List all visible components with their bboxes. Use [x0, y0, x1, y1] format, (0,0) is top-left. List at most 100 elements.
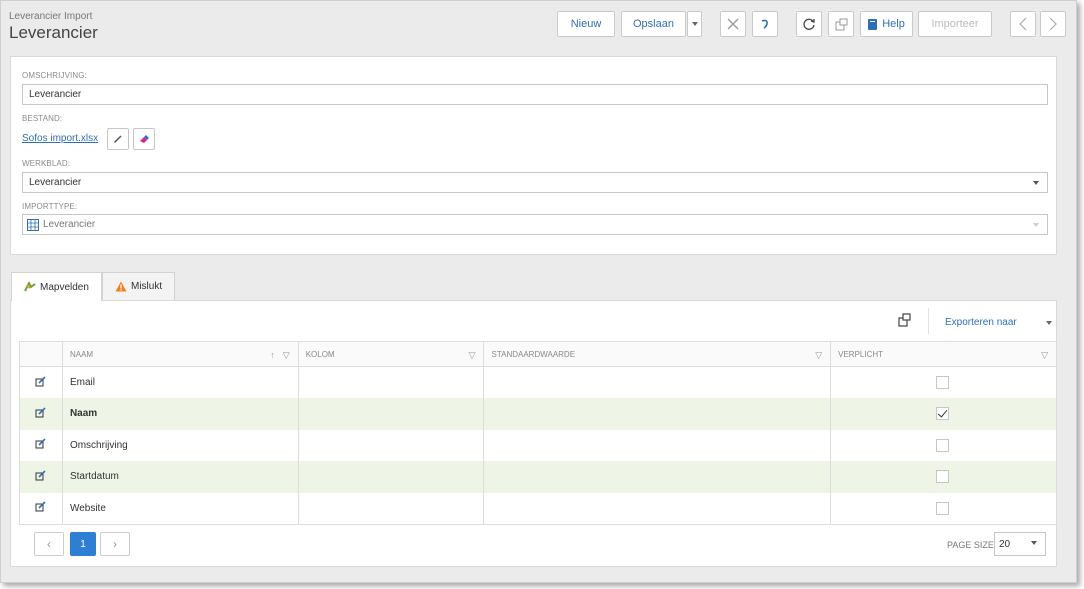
cell-standaardwaarde[interactable] [483, 429, 832, 461]
chevron-left-icon [1019, 17, 1027, 31]
tab-mapvelden-label: Mapvelden [40, 281, 89, 293]
column-header-standaardwaarde[interactable]: STANDAARDWAARDE ▽ [483, 341, 832, 367]
filter-icon[interactable]: ▽ [815, 350, 822, 361]
table-row[interactable]: Omschrijving [19, 429, 1057, 461]
cell-kolom[interactable] [297, 429, 485, 461]
edit-icon [35, 501, 47, 512]
werkblad-select[interactable]: Leverancier [22, 172, 1048, 193]
import-button[interactable]: Importeer [918, 11, 992, 37]
page-title: Leverancier [9, 23, 98, 42]
refresh-button[interactable] [796, 11, 822, 37]
omschrijving-field[interactable]: Leverancier [22, 84, 1048, 105]
filter-icon[interactable]: ▽ [283, 350, 290, 361]
clear-file-button[interactable] [133, 128, 155, 150]
tab-mislukt-label: Mislukt [131, 281, 163, 292]
row-edit-button[interactable] [19, 366, 63, 398]
edit-icon [35, 407, 47, 418]
edit-file-button[interactable] [107, 128, 129, 150]
column-header-verplicht-label: VERPLICHT [838, 349, 884, 359]
cell-standaardwaarde[interactable] [483, 461, 832, 493]
cell-standaardwaarde[interactable] [483, 492, 832, 525]
table-row[interactable]: Naam [19, 398, 1057, 430]
bestand-label: BESTAND: [22, 114, 63, 123]
row-edit-button[interactable] [19, 461, 63, 493]
page-size-select[interactable]: 20 [994, 532, 1046, 556]
popout-button[interactable] [828, 11, 854, 37]
filter-icon[interactable]: ▽ [1041, 350, 1048, 361]
column-header-verplicht[interactable]: VERPLICHT ▽ [830, 341, 1057, 367]
table-row[interactable]: Email [19, 366, 1057, 398]
sort-ascending-icon[interactable]: ↑ [270, 350, 275, 361]
table-header-row: NAAM ↑ ▽ KOLOM ▽ STANDAARDWAARDE ▽ VERPLI… [19, 341, 1057, 367]
row-edit-button[interactable] [19, 429, 63, 461]
previous-record-button[interactable] [1010, 11, 1036, 37]
cell-kolom[interactable] [297, 366, 485, 398]
edit-icon [35, 438, 47, 449]
cell-kolom[interactable] [297, 492, 485, 525]
column-header-kolom[interactable]: KOLOM ▽ [297, 341, 485, 367]
popout-icon [898, 313, 911, 327]
mapvelden-table: NAAM ↑ ▽ KOLOM ▽ STANDAARDWAARDE ▽ VERPLI… [19, 341, 1057, 525]
chevron-right-icon [1049, 17, 1057, 31]
table-row[interactable]: Startdatum [19, 461, 1057, 493]
tab-mislukt[interactable]: Mislukt [102, 272, 176, 300]
column-header-kolom-label: KOLOM [305, 349, 335, 359]
werkblad-label: WERKBLAD: [22, 159, 71, 168]
werkblad-value: Leverancier [29, 177, 82, 188]
cell-verplicht [830, 398, 1057, 430]
chevron-down-icon [1031, 541, 1037, 545]
edit-column-header [19, 341, 63, 367]
row-edit-button[interactable] [19, 398, 63, 430]
delete-button[interactable] [720, 11, 746, 37]
column-header-standaardwaarde-label: STANDAARDWAARDE [491, 349, 576, 359]
cell-verplicht [830, 366, 1057, 398]
help-button[interactable]: Help [860, 11, 913, 37]
chevron-down-icon [691, 22, 698, 26]
verplicht-checkbox[interactable] [936, 470, 950, 484]
pager-page-1[interactable]: 1 [70, 532, 96, 556]
row-edit-button[interactable] [19, 492, 63, 525]
importtype-label: IMPORTTYPE: [22, 202, 78, 211]
filter-icon[interactable]: ▽ [469, 350, 476, 361]
undo-button[interactable] [752, 11, 778, 37]
cell-verplicht [830, 492, 1057, 525]
warning-icon [115, 281, 127, 292]
cell-kolom[interactable] [297, 398, 485, 430]
refresh-icon [803, 18, 815, 30]
cell-naam: Omschrijving [61, 429, 299, 461]
verplicht-checkbox[interactable] [936, 501, 950, 515]
save-dropdown-button[interactable] [687, 11, 702, 37]
cell-naam: Naam [61, 398, 299, 430]
table-row[interactable]: Website [19, 492, 1057, 525]
tab-mapvelden[interactable]: Mapvelden [11, 272, 102, 301]
verplicht-checkbox[interactable] [936, 438, 950, 452]
page-size-label: PAGE SIZE [947, 540, 994, 550]
edit-icon [35, 375, 47, 386]
pager-next-button[interactable]: › [100, 532, 130, 556]
export-button[interactable]: Exporteren naar [945, 317, 1017, 328]
omschrijving-label: OMSCHRIJVING: [22, 71, 87, 80]
cell-standaardwaarde[interactable] [483, 398, 832, 430]
pager-prev-button[interactable]: ‹ [34, 532, 64, 556]
grid-popout-button[interactable] [898, 313, 912, 330]
verplicht-checkbox[interactable] [936, 376, 950, 389]
popout-icon [835, 18, 847, 30]
new-button[interactable]: Nieuw [557, 11, 615, 37]
page-subtitle: Leverancier Import [9, 11, 93, 22]
bestand-file-link[interactable]: Sofos import.xlsx [22, 133, 98, 144]
page-size-value: 20 [999, 538, 1011, 550]
next-record-button[interactable] [1040, 11, 1066, 37]
cell-naam: Startdatum [61, 461, 299, 493]
cell-standaardwaarde[interactable] [483, 366, 832, 398]
book-icon [868, 18, 878, 30]
save-button[interactable]: Opslaan [621, 11, 686, 37]
help-label: Help [882, 18, 905, 30]
map-fields-icon [24, 282, 36, 292]
chevron-down-icon[interactable] [1046, 321, 1052, 325]
cell-kolom[interactable] [297, 461, 485, 493]
verplicht-checkbox[interactable] [936, 407, 950, 421]
column-header-naam[interactable]: NAAM ↑ ▽ [61, 341, 299, 367]
grid-table-icon [27, 218, 39, 231]
window-frame: Leverancier Import Leverancier Nieuw Ops… [0, 0, 1077, 583]
close-icon [727, 18, 739, 30]
